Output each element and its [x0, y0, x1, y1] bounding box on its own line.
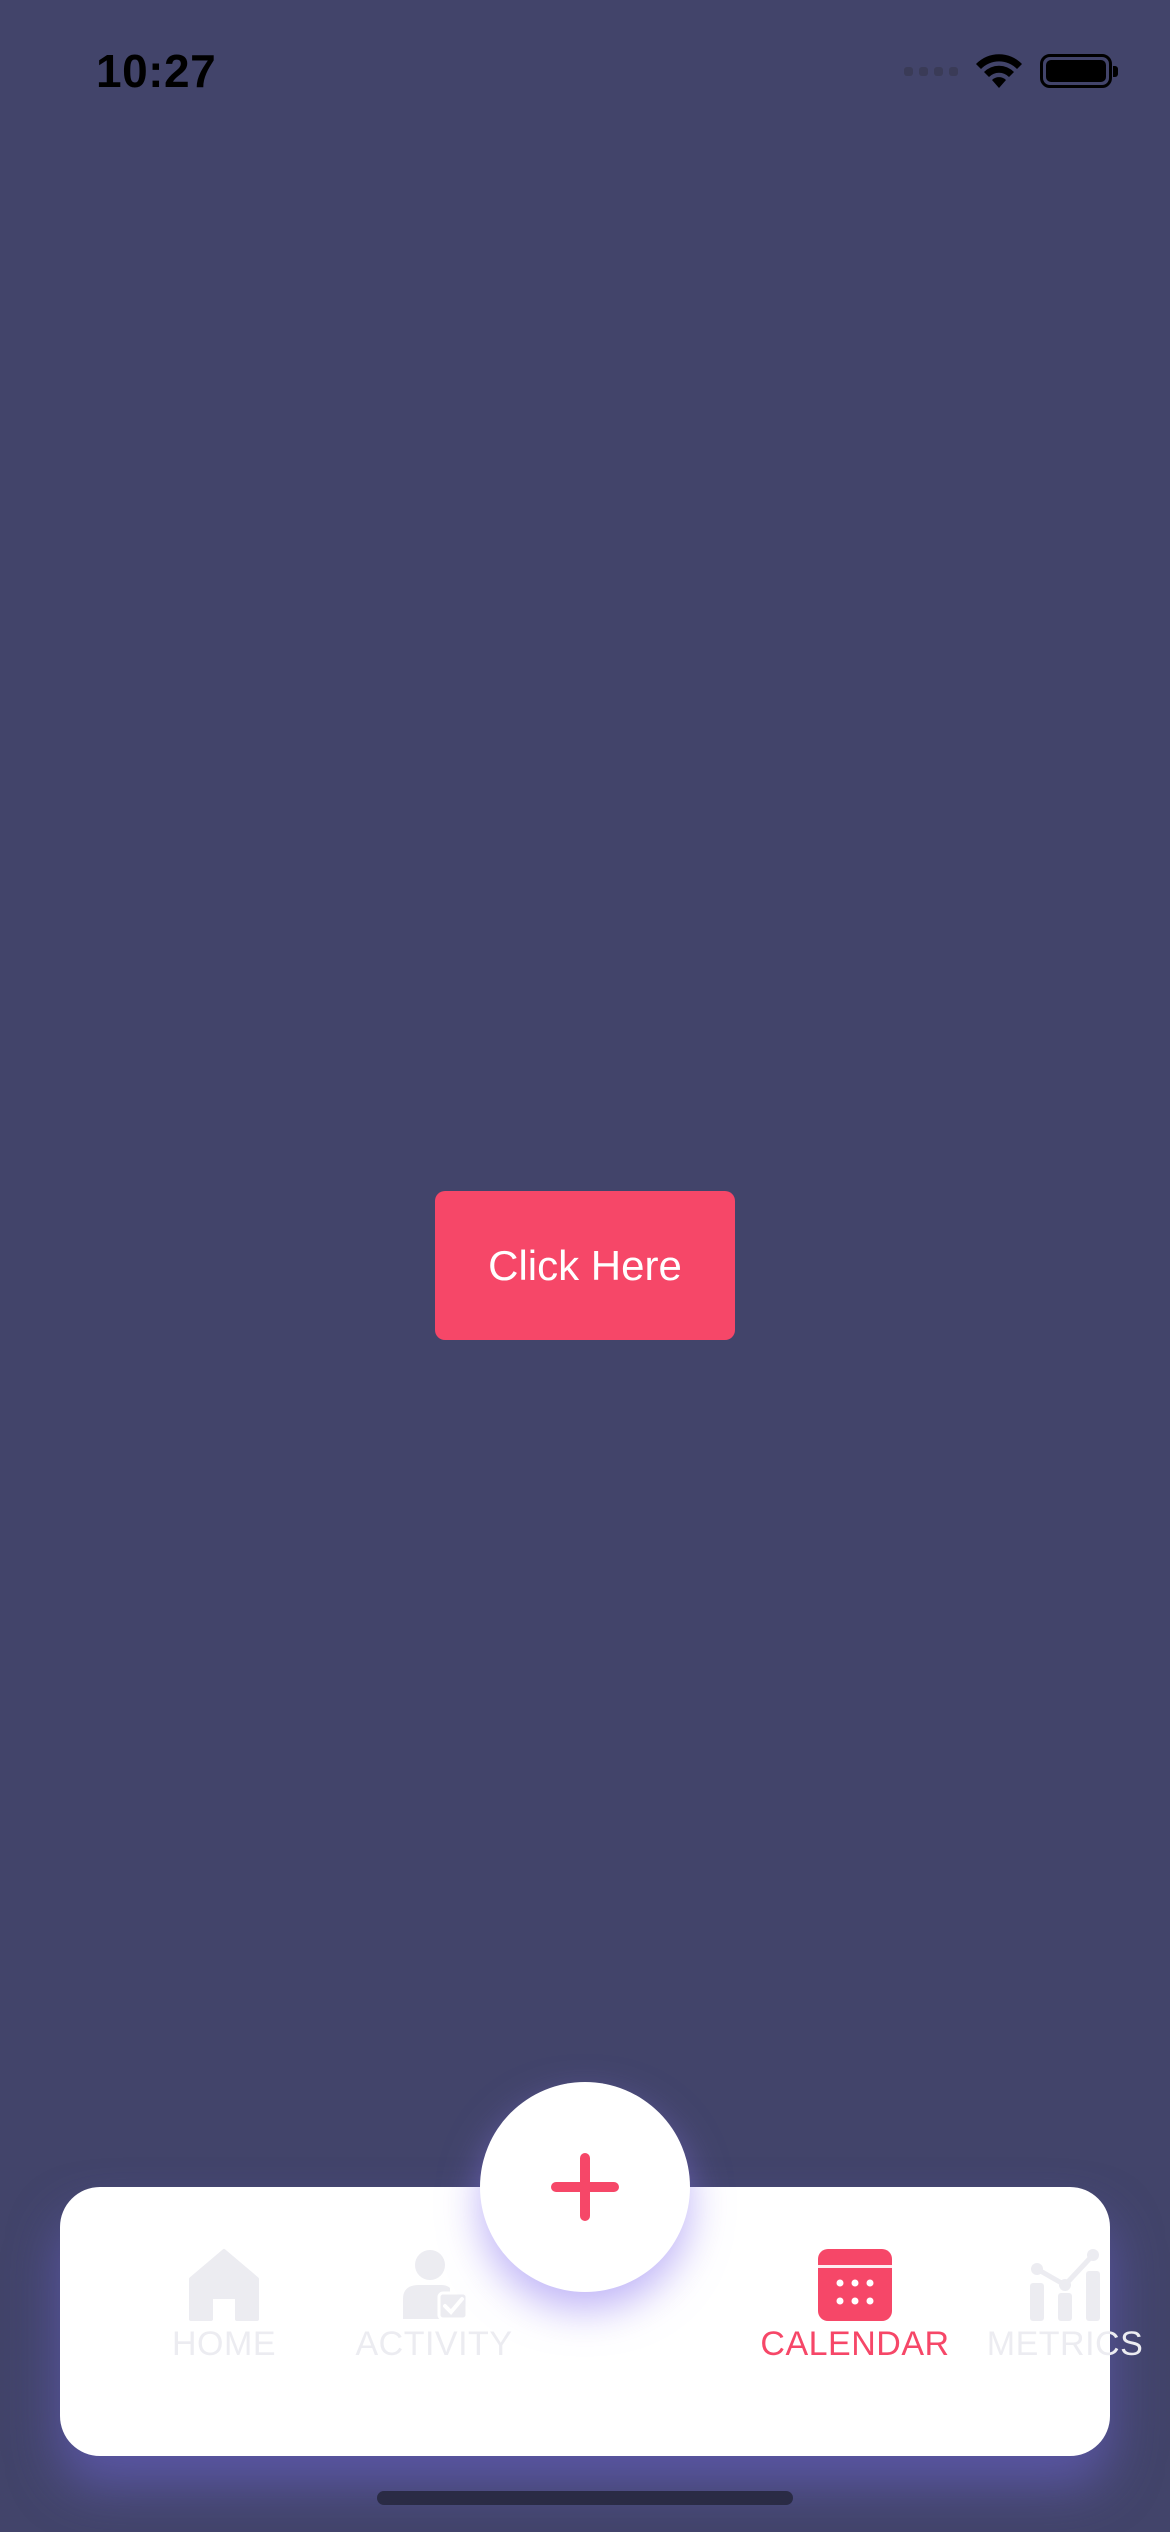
tab-calendar[interactable]: CALENDAR — [755, 2247, 955, 2367]
tab-calendar-label: CALENDAR — [760, 2325, 950, 2363]
status-indicators — [904, 52, 1118, 90]
add-button[interactable] — [480, 2082, 690, 2292]
tab-activity-label: ACTIVITY — [355, 2325, 513, 2363]
tab-activity[interactable]: ACTIVITY — [334, 2247, 534, 2367]
activity-icon — [403, 2250, 469, 2321]
home-indicator[interactable] — [377, 2491, 793, 2505]
click-here-button[interactable]: Click Here — [435, 1191, 735, 1340]
tab-home-label: HOME — [172, 2325, 276, 2363]
plus-icon — [551, 2153, 619, 2221]
calendar-icon — [818, 2249, 892, 2321]
wifi-icon — [976, 54, 1022, 88]
tab-home[interactable]: HOME — [124, 2247, 324, 2367]
status-time: 10:27 — [96, 45, 217, 97]
metrics-icon — [1030, 2249, 1100, 2321]
cellular-signal-icon — [904, 66, 958, 76]
home-icon — [189, 2249, 259, 2321]
battery-icon — [1040, 54, 1118, 88]
tab-metrics-label: METRICS — [986, 2325, 1144, 2363]
tab-metrics[interactable]: METRICS — [965, 2247, 1165, 2367]
